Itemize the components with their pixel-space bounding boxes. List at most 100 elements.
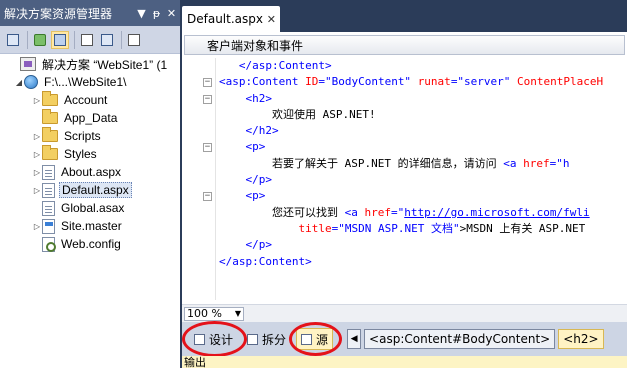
refresh-icon [34,33,46,46]
tree-node-label: Scripts [64,129,101,143]
split-label: 拆分 [262,332,287,347]
properties-icon [7,33,19,46]
expander-icon[interactable]: ▷ [32,131,42,141]
breadcrumb-tag-current[interactable]: <h2> [558,329,604,349]
output-panel-title[interactable]: 输出 [182,356,627,368]
code-line: </p> [198,172,627,188]
tree-node[interactable]: App_Data [0,109,180,127]
copy-website-icon [128,33,140,46]
design-label: 设计 [209,332,234,347]
expander-placeholder [32,203,42,213]
window-position-dropdown-icon[interactable]: ▼ [135,7,148,20]
code-line: − <h2> [198,91,627,107]
expander-icon[interactable]: ▷ [32,185,42,195]
code-token: </asp:Content> [219,254,312,268]
folder-icon [42,109,58,124]
toolbar-separator [27,30,28,49]
tree-node-label: Default.aspx [59,182,132,198]
tree-node[interactable]: ▷ Default.aspx [0,181,180,199]
tree-node[interactable]: ▷ Styles [0,145,180,163]
tree-node[interactable]: ▷ Site.master [0,217,180,235]
tree-node[interactable]: Web.config [0,235,180,253]
source-label: 源 [316,332,329,347]
properties-button[interactable] [4,31,22,49]
tree-node[interactable]: ▷ Scripts [0,127,180,145]
solution-explorer-toolbar [0,26,180,54]
tree-node[interactable]: ▷ Account [0,91,180,109]
split-icon [247,333,259,345]
pin-icon[interactable]: ᵽ [150,7,163,20]
tree-node-label: Web.config [61,237,121,251]
code-link[interactable]: http://go.microsoft.com/fwli [404,206,589,219]
zoom-dropdown[interactable]: 100 % ▼ [184,307,244,321]
tab-default-aspx[interactable]: Default.aspx ✕ [182,6,280,32]
expander-icon[interactable]: ▷ [32,149,42,159]
tab-label: Default.aspx [187,12,263,26]
code-token: <p> [245,140,266,154]
code-token: </asp:Content> [238,59,332,72]
close-icon[interactable]: ✕ [165,7,178,20]
tab-close-icon[interactable]: ✕ [267,13,276,26]
tree-node-label: Account [64,93,108,107]
folder-icon [42,145,58,160]
code-line: 若要了解关于 ASP.NET 的详细信息，请访问 <a href="h [198,156,627,172]
toolbar-separator [74,30,75,49]
nest-related-files-button[interactable] [51,30,69,49]
tree-node-label: Site.master [61,219,122,233]
copy-website-button[interactable] [125,31,143,49]
expander-placeholder [32,113,42,123]
code-token: <h2> [245,91,273,105]
client-objects-dropdown[interactable]: 客户端对象和事件 [184,35,625,55]
solution-explorer-titlebar: 解决方案资源管理器 ▼ ᵽ ✕ [0,0,180,26]
code-token: ContentPlaceH [517,75,604,89]
code-line: 您还可以找到 <a href="http://go.microsoft.com/… [198,205,627,221]
horizontal-scrollbar[interactable]: 100 % ▼ [182,304,627,322]
code-token: 若要了解关于 ASP.NET 的详细信息，请访问 [271,156,504,170]
refresh-button[interactable] [31,31,49,49]
tree-node[interactable]: ▷ About.aspx [0,163,180,181]
folder-icon [42,91,58,106]
solution-explorer-panel: 解决方案资源管理器 ▼ ᵽ ✕ 解决方案 “WebSite1” (1 ◢ F:\..… [0,0,180,368]
code-token: 欢迎使用 ASP.NET! [271,107,376,121]
source-icon [301,333,313,345]
chevron-down-icon: ▼ [234,309,241,318]
tree-node-label: App_Data [64,111,118,125]
code-line: 欢迎使用 ASP.NET! [198,107,627,123]
previous-tag-button[interactable]: ◀ [347,329,362,349]
design-view-button[interactable]: 设计 [181,321,248,357]
code-editor[interactable]: </asp:Content> − <asp:Content ID="BodyCon… [198,58,627,300]
view-designer-button[interactable] [98,31,116,49]
collapse-icon[interactable]: − [203,78,212,88]
code-token: <a [503,156,524,170]
split-view-button[interactable]: 拆分 [243,328,290,350]
tree-node[interactable]: Global.asax [0,199,180,217]
expander-icon[interactable]: ▷ [32,167,42,177]
editor-region: Default.aspx ✕ 客户端对象和事件 </asp:Content> −… [181,0,627,368]
master-icon [42,218,55,234]
expander-icon[interactable]: ▷ [32,221,42,231]
tree-node-label: Styles [64,147,97,161]
code-token: title [298,221,332,235]
collapse-icon[interactable]: − [203,94,212,104]
source-view-button[interactable]: 源 [289,322,343,356]
expander-icon[interactable]: ◢ [14,77,24,87]
tree-node[interactable]: 解决方案 “WebSite1” (1 [0,55,180,73]
code-token: ="MSDN ASP.NET 文档" [331,221,460,235]
code-token: </p> [245,238,273,252]
document-area: 客户端对象和事件 </asp:Content> − <asp:Content ID… [181,32,627,357]
collapse-icon[interactable]: − [203,192,212,202]
code-line: title="MSDN ASP.NET 文档">MSDN 上有关 ASP.NET [198,221,627,237]
code-line: − <asp:Content ID="BodyContent" runat="se… [198,74,627,90]
view-designer-icon [101,33,113,46]
view-switch-bar: 设计 拆分 源 ◀ <asp:Content#BodyContent> <h2> [181,321,627,357]
tree-node[interactable]: ◢ F:\...\WebSite1\ [0,73,180,91]
tree-node-label: About.aspx [61,165,122,179]
view-code-button[interactable] [78,31,96,49]
code-line: </p> [198,237,627,253]
breadcrumb-tag[interactable]: <asp:Content#BodyContent> [364,329,556,349]
code-token: >MSDN 上有关 ASP.NET [459,221,586,235]
page-icon [42,164,55,180]
collapse-icon[interactable]: − [203,143,212,153]
folder-icon [42,127,58,142]
expander-icon[interactable]: ▷ [32,95,42,105]
